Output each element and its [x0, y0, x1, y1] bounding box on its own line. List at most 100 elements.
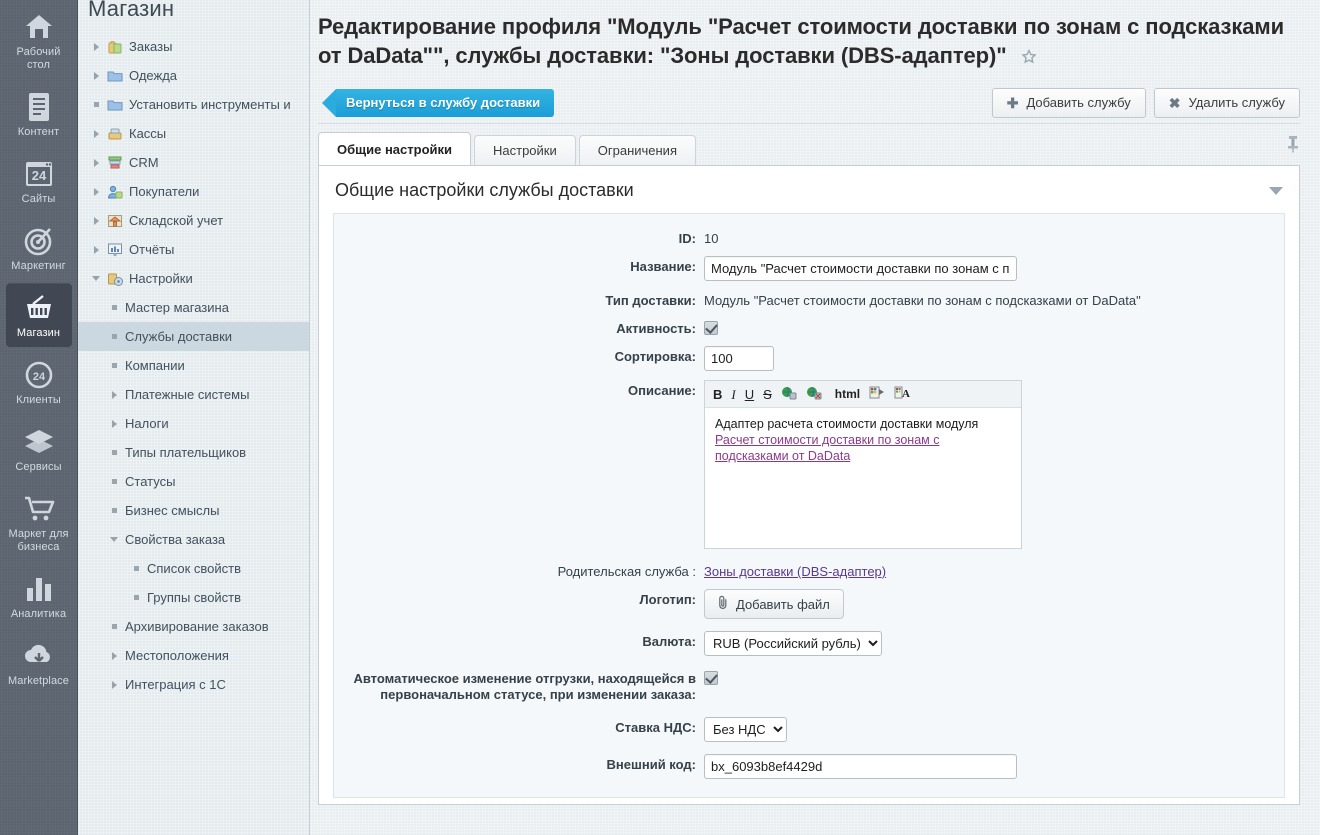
- external-code-label: Внешний код:: [334, 754, 704, 773]
- rail-item-8[interactable]: Маркет для бизнеса: [6, 484, 72, 561]
- rail-item-9[interactable]: Аналитика: [6, 564, 72, 628]
- add-service-button[interactable]: ✚ Добавить службу: [992, 88, 1146, 118]
- chevron-down-icon[interactable]: [106, 537, 122, 542]
- field-row-type: Тип доставки: Модуль "Расчет стоимости д…: [334, 290, 1284, 309]
- parent-service-link[interactable]: Зоны доставки (DBS-адаптер): [704, 564, 886, 579]
- text-color-icon[interactable]: A: [894, 386, 910, 402]
- strikethrough-icon[interactable]: S: [763, 388, 772, 401]
- chevron-right-icon[interactable]: [106, 391, 122, 399]
- folder-icon: [104, 97, 126, 113]
- tree-item-8[interactable]: Отчёты: [78, 235, 309, 264]
- chevron-right-icon[interactable]: [88, 72, 104, 80]
- remove-link-icon[interactable]: [806, 386, 822, 402]
- tree-item-6[interactable]: Покупатели: [78, 177, 309, 206]
- chevron-right-icon[interactable]: [106, 420, 122, 428]
- chevron-right-icon[interactable]: [88, 246, 104, 254]
- name-input[interactable]: [704, 256, 1017, 281]
- tab-3[interactable]: Ограничения: [579, 135, 696, 165]
- tree-item-4[interactable]: Кассы: [78, 119, 309, 148]
- rail-item-3[interactable]: 24Сайты: [6, 149, 72, 213]
- tree-item-13[interactable]: Платежные системы: [78, 380, 309, 409]
- rail-item-2[interactable]: Контент: [6, 82, 72, 146]
- chevron-right-icon[interactable]: [88, 130, 104, 138]
- tree-item-16[interactable]: Статусы: [78, 467, 309, 496]
- chevron-right-icon[interactable]: [88, 43, 104, 51]
- tree-item-12[interactable]: Компании: [78, 351, 309, 380]
- italic-icon[interactable]: I: [731, 388, 735, 401]
- bold-icon[interactable]: B: [713, 388, 722, 401]
- description-link[interactable]: Расчет стоимости доставки по зонам с под…: [715, 433, 939, 463]
- reports-icon: [104, 242, 126, 258]
- active-checkbox[interactable]: [704, 321, 718, 335]
- cashbox-icon: [104, 126, 126, 142]
- star-outline-icon[interactable]: [1021, 43, 1037, 72]
- tree-title: Магазин: [78, 0, 309, 28]
- crm-icon: [104, 155, 126, 171]
- rail-item-4[interactable]: Маркетинг: [6, 216, 72, 280]
- chevron-right-icon[interactable]: [88, 159, 104, 167]
- underline-icon[interactable]: U: [745, 388, 754, 401]
- parent-service-label: Родительская служба :: [334, 561, 704, 580]
- delete-service-button[interactable]: ✖ Удалить службу: [1154, 88, 1300, 118]
- rail-item-6[interactable]: 24Клиенты: [6, 350, 72, 414]
- rail-item-label: Marketplace: [8, 675, 70, 688]
- chevron-down-icon[interactable]: [1269, 187, 1283, 195]
- external-code-input[interactable]: [704, 754, 1017, 779]
- back-to-delivery-service-button[interactable]: Вернуться в службу доставки: [336, 89, 554, 117]
- tree-item-label: Местоположения: [122, 648, 229, 663]
- main-nav-rail: Рабочий стол Контент24СайтыМаркетингМагаз…: [0, 0, 78, 835]
- tree-item-10[interactable]: Мастер магазина: [78, 293, 309, 322]
- panel-heading: Общие настройки службы доставки: [335, 180, 634, 201]
- bullet-icon: [88, 102, 104, 107]
- tree-item-22[interactable]: Местоположения: [78, 641, 309, 670]
- currency-select[interactable]: RUB (Российский рубль): [704, 631, 882, 656]
- chevron-right-icon[interactable]: [88, 217, 104, 225]
- tree-item-5[interactable]: CRM: [78, 148, 309, 177]
- cloud-download-icon: [8, 638, 70, 674]
- vat-select[interactable]: Без НДС: [704, 717, 787, 742]
- rail-item-label: Маркет для бизнеса: [8, 528, 70, 554]
- rail-item-1[interactable]: Рабочий стол: [6, 2, 72, 79]
- tree-item-3[interactable]: Установить инструменты и: [78, 90, 309, 119]
- tree-item-11[interactable]: Службы доставки: [78, 322, 309, 351]
- tree-item-15[interactable]: Типы плательщиков: [78, 438, 309, 467]
- cart-icon: [8, 491, 70, 527]
- bullet-icon: [106, 479, 122, 484]
- bullet-icon: [128, 566, 144, 571]
- rail-item-5[interactable]: Магазин: [6, 283, 72, 347]
- tree-item-9[interactable]: Настройки: [78, 264, 309, 293]
- chevron-down-icon[interactable]: [88, 276, 104, 281]
- tree-item-21[interactable]: Архивирование заказов: [78, 612, 309, 641]
- home-icon: [8, 9, 70, 45]
- tab-1[interactable]: Общие настройки: [318, 132, 471, 165]
- add-file-button[interactable]: Добавить файл: [704, 589, 844, 619]
- type-label: Тип доставки:: [334, 290, 704, 309]
- tree-item-23[interactable]: Интеграция с 1С: [78, 670, 309, 699]
- pushpin-icon[interactable]: [1286, 134, 1300, 159]
- insert-link-icon[interactable]: [781, 386, 797, 402]
- description-text: Адаптер расчета стоимости доставки модул…: [715, 417, 978, 431]
- chevron-right-icon[interactable]: [88, 188, 104, 196]
- chevron-right-icon[interactable]: [106, 652, 122, 660]
- html-source-icon[interactable]: html: [835, 388, 860, 400]
- tab-2[interactable]: Настройки: [474, 135, 576, 165]
- tree-item-1[interactable]: Заказы: [78, 32, 309, 61]
- description-body[interactable]: Адаптер расчета стоимости доставки модул…: [705, 408, 1021, 548]
- tree-item-19[interactable]: Список свойств: [78, 554, 309, 583]
- tree-item-14[interactable]: Налоги: [78, 409, 309, 438]
- insert-image-icon[interactable]: [869, 386, 885, 402]
- rail-item-label: Рабочий стол: [8, 46, 70, 72]
- auto-change-checkbox[interactable]: [704, 671, 718, 685]
- tree-item-label: Мастер магазина: [122, 300, 229, 315]
- sort-input[interactable]: [704, 346, 774, 371]
- tree-item-17[interactable]: Бизнес смыслы: [78, 496, 309, 525]
- tree-item-20[interactable]: Группы свойств: [78, 583, 309, 612]
- tree-item-2[interactable]: Одежда: [78, 61, 309, 90]
- shop-tree-sidebar: Магазин ЗаказыОдеждаУстановить инструмен…: [78, 0, 310, 835]
- rail-item-7[interactable]: Сервисы: [6, 417, 72, 481]
- rail-item-10[interactable]: Marketplace: [6, 631, 72, 695]
- chevron-right-icon[interactable]: [106, 681, 122, 689]
- clients-24-icon: 24: [8, 357, 70, 393]
- tree-item-7[interactable]: Складской учет: [78, 206, 309, 235]
- tree-item-18[interactable]: Свойства заказа: [78, 525, 309, 554]
